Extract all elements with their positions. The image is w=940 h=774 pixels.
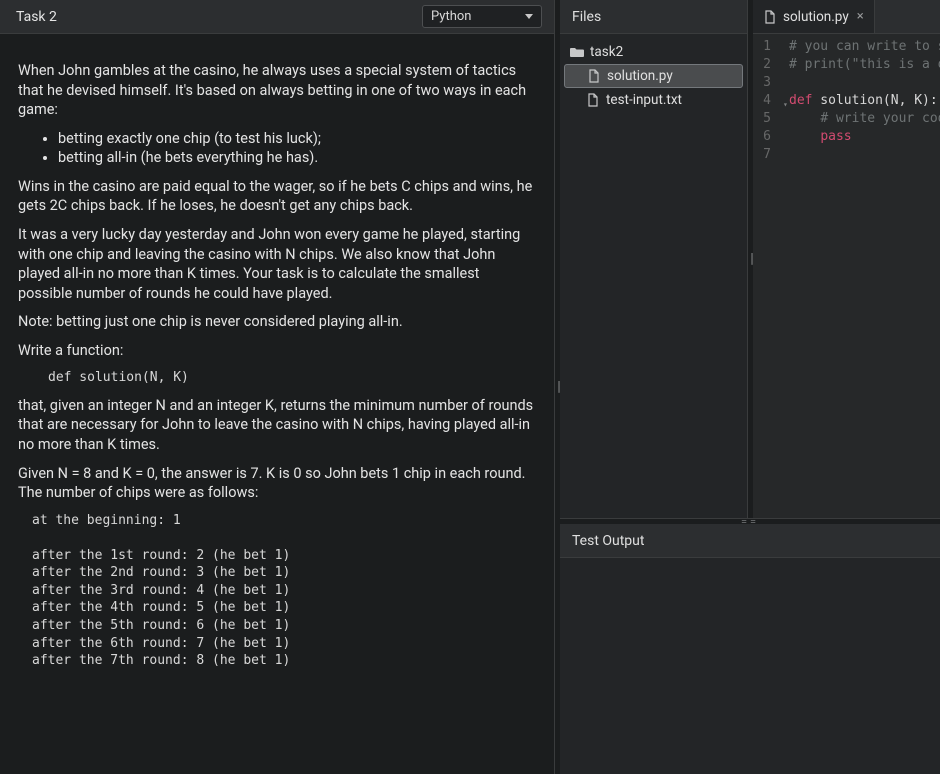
output-panel: Test Output (560, 524, 940, 774)
editor-code[interactable]: # you can write to sto# print("this is a… (781, 34, 940, 518)
folder-label: task2 (590, 44, 623, 60)
vertical-splitter[interactable]: || (555, 0, 560, 774)
caret-down-icon (525, 14, 533, 19)
problem-bullet: betting exactly one chip (to test his lu… (58, 129, 536, 149)
problem-header: Task 2 Python (0, 0, 554, 34)
grip-icon: || (750, 251, 751, 267)
task-title: Task 2 (16, 9, 57, 25)
file-icon (586, 93, 600, 107)
grip-icon: || (557, 379, 558, 395)
language-dropdown[interactable]: Python (422, 5, 542, 28)
right-column: Files task2 solution.py (560, 0, 940, 774)
file-label: test-input.txt (606, 92, 682, 108)
problem-signature: def solution(N, K) (48, 369, 536, 387)
problem-bullet: betting all-in (he bets everything he ha… (58, 148, 536, 168)
problem-paragraph: that, given an integer N and an integer … (18, 396, 536, 455)
problem-example: at the beginning: 1 after the 1st round:… (32, 512, 536, 670)
right-top: Files task2 solution.py (560, 0, 940, 519)
problem-paragraph: Write a function: (18, 341, 536, 361)
problem-scroll[interactable]: When John gambles at the casino, he alwa… (0, 34, 554, 774)
file-icon (587, 69, 601, 83)
problem-paragraph: Wins in the casino are paid equal to the… (18, 177, 536, 216)
problem-bullets: betting exactly one chip (to test his lu… (58, 129, 536, 168)
problem-paragraph: It was a very lucky day yesterday and Jo… (18, 225, 536, 303)
file-label: solution.py (607, 68, 673, 84)
fold-icon[interactable]: ▾ (783, 96, 788, 114)
language-dropdown-label: Python (431, 9, 471, 24)
output-header: Test Output (560, 524, 940, 558)
file-row-solution[interactable]: solution.py (564, 64, 743, 88)
editor-panel: solution.py × 1234567 # you can write to… (753, 0, 940, 518)
problem-paragraph: Given N = 8 and K = 0, the answer is 7. … (18, 464, 536, 503)
file-icon (763, 10, 777, 24)
editor-gutter: 1234567 (753, 34, 781, 518)
problem-body: When John gambles at the casino, he alwa… (0, 34, 554, 774)
folder-row[interactable]: task2 (564, 40, 743, 64)
editor-tab-label: solution.py (783, 9, 849, 25)
files-panel: Files task2 solution.py (560, 0, 748, 518)
problem-paragraph: Note: betting just one chip is never con… (18, 312, 536, 332)
file-tree: task2 solution.py test-input.txt (560, 34, 747, 118)
files-header: Files (560, 0, 747, 34)
file-row-testinput[interactable]: test-input.txt (564, 88, 743, 112)
editor-tab-bar: solution.py × (753, 0, 940, 34)
problem-paragraph: When John gambles at the casino, he alwa… (18, 61, 536, 120)
editor-body[interactable]: 1234567 # you can write to sto# print("t… (753, 34, 940, 518)
editor-tab[interactable]: solution.py × (753, 0, 875, 33)
folder-icon (570, 45, 584, 59)
problem-panel: Task 2 Python When John gambles at the c… (0, 0, 555, 774)
output-body[interactable] (560, 558, 940, 774)
close-icon[interactable]: × (855, 9, 866, 24)
